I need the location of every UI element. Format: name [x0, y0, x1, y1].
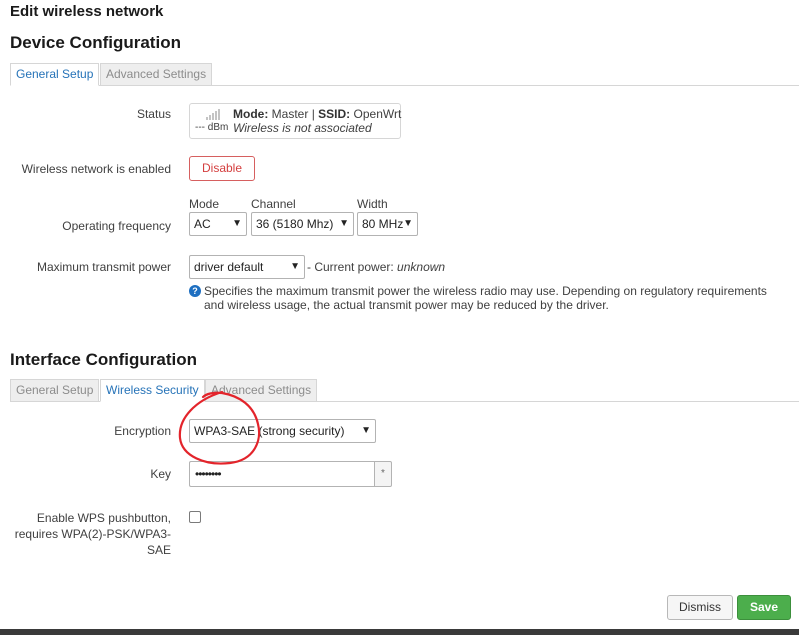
tx-power-help-text: Specifies the maximum transmit power the… — [204, 284, 767, 312]
tx-power-select[interactable]: driver default ▼ — [189, 255, 305, 279]
width-select[interactable]: 80 MHz ▼ — [357, 212, 418, 236]
encryption-select-value: WPA3-SAE (strong security) — [194, 424, 345, 438]
channel-select-value: 36 (5180 Mhz) — [256, 217, 334, 231]
tx-power-select-value: driver default — [194, 260, 264, 274]
interface-section-title: Interface Configuration — [10, 350, 198, 369]
encryption-label: Encryption — [114, 424, 171, 438]
max-transmit-power-label: Maximum transmit power — [36, 260, 171, 274]
ssid-value: OpenWrt — [353, 107, 402, 121]
current-power-prefix: - Current power: — [307, 260, 394, 274]
wps-checkbox[interactable] — [189, 511, 201, 523]
dbm-readout: --- dBm — [195, 122, 229, 133]
tab-advanced-settings[interactable]: Advanced Settings — [100, 63, 213, 86]
separator: | — [311, 107, 315, 121]
interface-tabs: General Setup Wireless Security Advanced… — [10, 379, 799, 402]
tab-iface-advanced-settings[interactable]: Advanced Settings — [205, 379, 318, 402]
page-title: Edit wireless network — [10, 3, 164, 20]
status-box: --- dBm Mode: Master | SSID: OpenWrt Wir… — [189, 103, 401, 139]
tab-general-setup[interactable]: General Setup — [10, 63, 100, 86]
mode-value: Master — [271, 107, 309, 121]
operating-frequency-label: Operating frequency — [62, 219, 171, 233]
width-label: Width — [357, 197, 388, 211]
association-status: Wireless is not associated — [233, 121, 372, 135]
bottom-strip — [0, 629, 799, 635]
chevron-down-icon: ▼ — [339, 218, 349, 229]
help-icon: ? — [189, 285, 201, 297]
mode-select-value: AC — [194, 217, 211, 231]
tab-iface-general-setup[interactable]: General Setup — [10, 379, 100, 402]
current-power-value: unknown — [397, 260, 446, 274]
chevron-down-icon: ▼ — [232, 218, 242, 229]
dismiss-button[interactable]: Dismiss — [667, 595, 733, 620]
chevron-down-icon: ▼ — [361, 425, 371, 436]
status-label: Status — [136, 107, 171, 121]
mode-label: Mode — [189, 197, 220, 211]
enabled-label: Wireless network is enabled — [21, 162, 171, 176]
current-power: - Current power: unknown — [307, 260, 445, 274]
disable-button[interactable]: Disable — [189, 156, 255, 181]
mode-select[interactable]: AC ▼ — [189, 212, 247, 236]
save-button[interactable]: Save — [737, 595, 791, 620]
key-label: Key — [150, 467, 171, 481]
status-mode-ssid: Mode: Master | SSID: OpenWrt — [233, 107, 401, 121]
encryption-select[interactable]: WPA3-SAE (strong security) ▼ — [189, 419, 376, 443]
device-section-title: Device Configuration — [10, 33, 181, 52]
chevron-down-icon: ▼ — [403, 218, 413, 229]
wps-label: Enable WPS pushbutton, requires WPA(2)-P… — [14, 511, 171, 557]
device-tabs: General Setup Advanced Settings — [10, 63, 799, 86]
ssid-key: SSID: — [318, 107, 351, 121]
channel-select[interactable]: 36 (5180 Mhz) ▼ — [251, 212, 354, 236]
mode-key: Mode: — [233, 107, 269, 121]
signal-strength-icon — [206, 109, 221, 120]
chevron-down-icon: ▼ — [290, 261, 300, 272]
reveal-password-button[interactable]: * — [374, 461, 392, 487]
width-select-value: 80 MHz — [362, 217, 404, 231]
key-input[interactable]: •••••••• — [189, 461, 375, 487]
tab-wireless-security[interactable]: Wireless Security — [100, 379, 205, 402]
channel-label: Channel — [251, 197, 296, 211]
